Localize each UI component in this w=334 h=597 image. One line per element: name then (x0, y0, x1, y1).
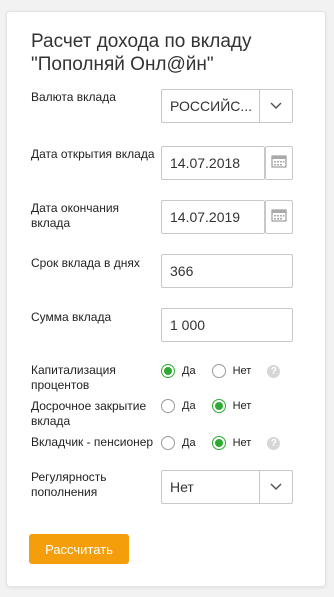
close-date-label: Дата окончания вклада (31, 201, 120, 230)
close-date-calendar-button[interactable] (265, 200, 293, 234)
capitalization-yes-option[interactable]: Да (161, 364, 196, 378)
radio-checked[interactable] (211, 399, 226, 413)
early-close-radio-group: Да Нет (161, 397, 267, 415)
early-close-label: Досрочное закрытие вклада (31, 399, 147, 428)
radio-checked[interactable] (161, 364, 175, 378)
chevron-down-icon (259, 90, 292, 122)
pensioner-no-option[interactable]: Нет (211, 436, 252, 450)
capitalization-no-option[interactable]: Нет (211, 364, 252, 378)
radio-unchecked[interactable] (211, 364, 226, 378)
amount-label: Сумма вклада (31, 310, 112, 324)
early-close-no-label: Нет (232, 400, 252, 412)
open-date-input[interactable]: 14.07.2018 (161, 146, 265, 180)
pensioner-radio-group: Да Нет ? (161, 434, 281, 452)
deposit-calculator-card: Расчет дохода по вкладу "Пополняй Онл@йн… (6, 11, 326, 587)
chevron-down-icon (259, 471, 292, 503)
radio-unchecked[interactable] (161, 436, 175, 450)
regularity-label: Регулярность пополнения (31, 470, 107, 499)
calendar-icon (271, 208, 287, 227)
radio-unchecked[interactable] (161, 399, 175, 413)
help-icon[interactable]: ? (267, 364, 281, 378)
calculate-button[interactable]: Рассчитать (29, 534, 129, 564)
regularity-select[interactable]: Нет (161, 470, 293, 504)
page-title: Расчет дохода по вкладу "Пополняй Онл@йн… (31, 31, 252, 75)
pensioner-yes-option[interactable]: Да (161, 436, 196, 450)
help-icon[interactable]: ? (267, 436, 281, 450)
early-close-no-option[interactable]: Нет (211, 399, 252, 413)
amount-input[interactable]: 1 000 (161, 308, 293, 342)
currency-select[interactable]: РОССИЙС... (161, 89, 293, 123)
early-close-yes-option[interactable]: Да (161, 399, 196, 413)
regularity-value: Нет (170, 479, 194, 495)
capitalization-label: Капитализация процентов (31, 363, 116, 392)
term-days-label: Срок вклада в днях (31, 256, 140, 270)
early-close-yes-label: Да (182, 400, 196, 412)
open-date-label: Дата открытия вклада (31, 147, 155, 161)
pensioner-label: Вкладчик - пенсионер (31, 435, 154, 449)
radio-checked[interactable] (211, 436, 226, 450)
currency-value: РОССИЙС... (170, 98, 253, 114)
pensioner-yes-label: Да (182, 437, 196, 449)
open-date-calendar-button[interactable] (265, 146, 293, 180)
amount-value: 1 000 (170, 317, 206, 333)
close-date-value: 14.07.2019 (170, 209, 241, 225)
capitalization-radio-group: Да Нет ? (161, 362, 281, 380)
capitalization-yes-label: Да (182, 365, 196, 377)
open-date-value: 14.07.2018 (170, 155, 241, 171)
term-days-value: 366 (170, 263, 194, 279)
calendar-icon (271, 154, 287, 173)
term-days-input[interactable]: 366 (161, 254, 293, 288)
pensioner-no-label: Нет (232, 437, 252, 449)
capitalization-no-label: Нет (232, 365, 252, 377)
close-date-input[interactable]: 14.07.2019 (161, 200, 265, 234)
currency-label: Валюта вклада (31, 90, 116, 104)
